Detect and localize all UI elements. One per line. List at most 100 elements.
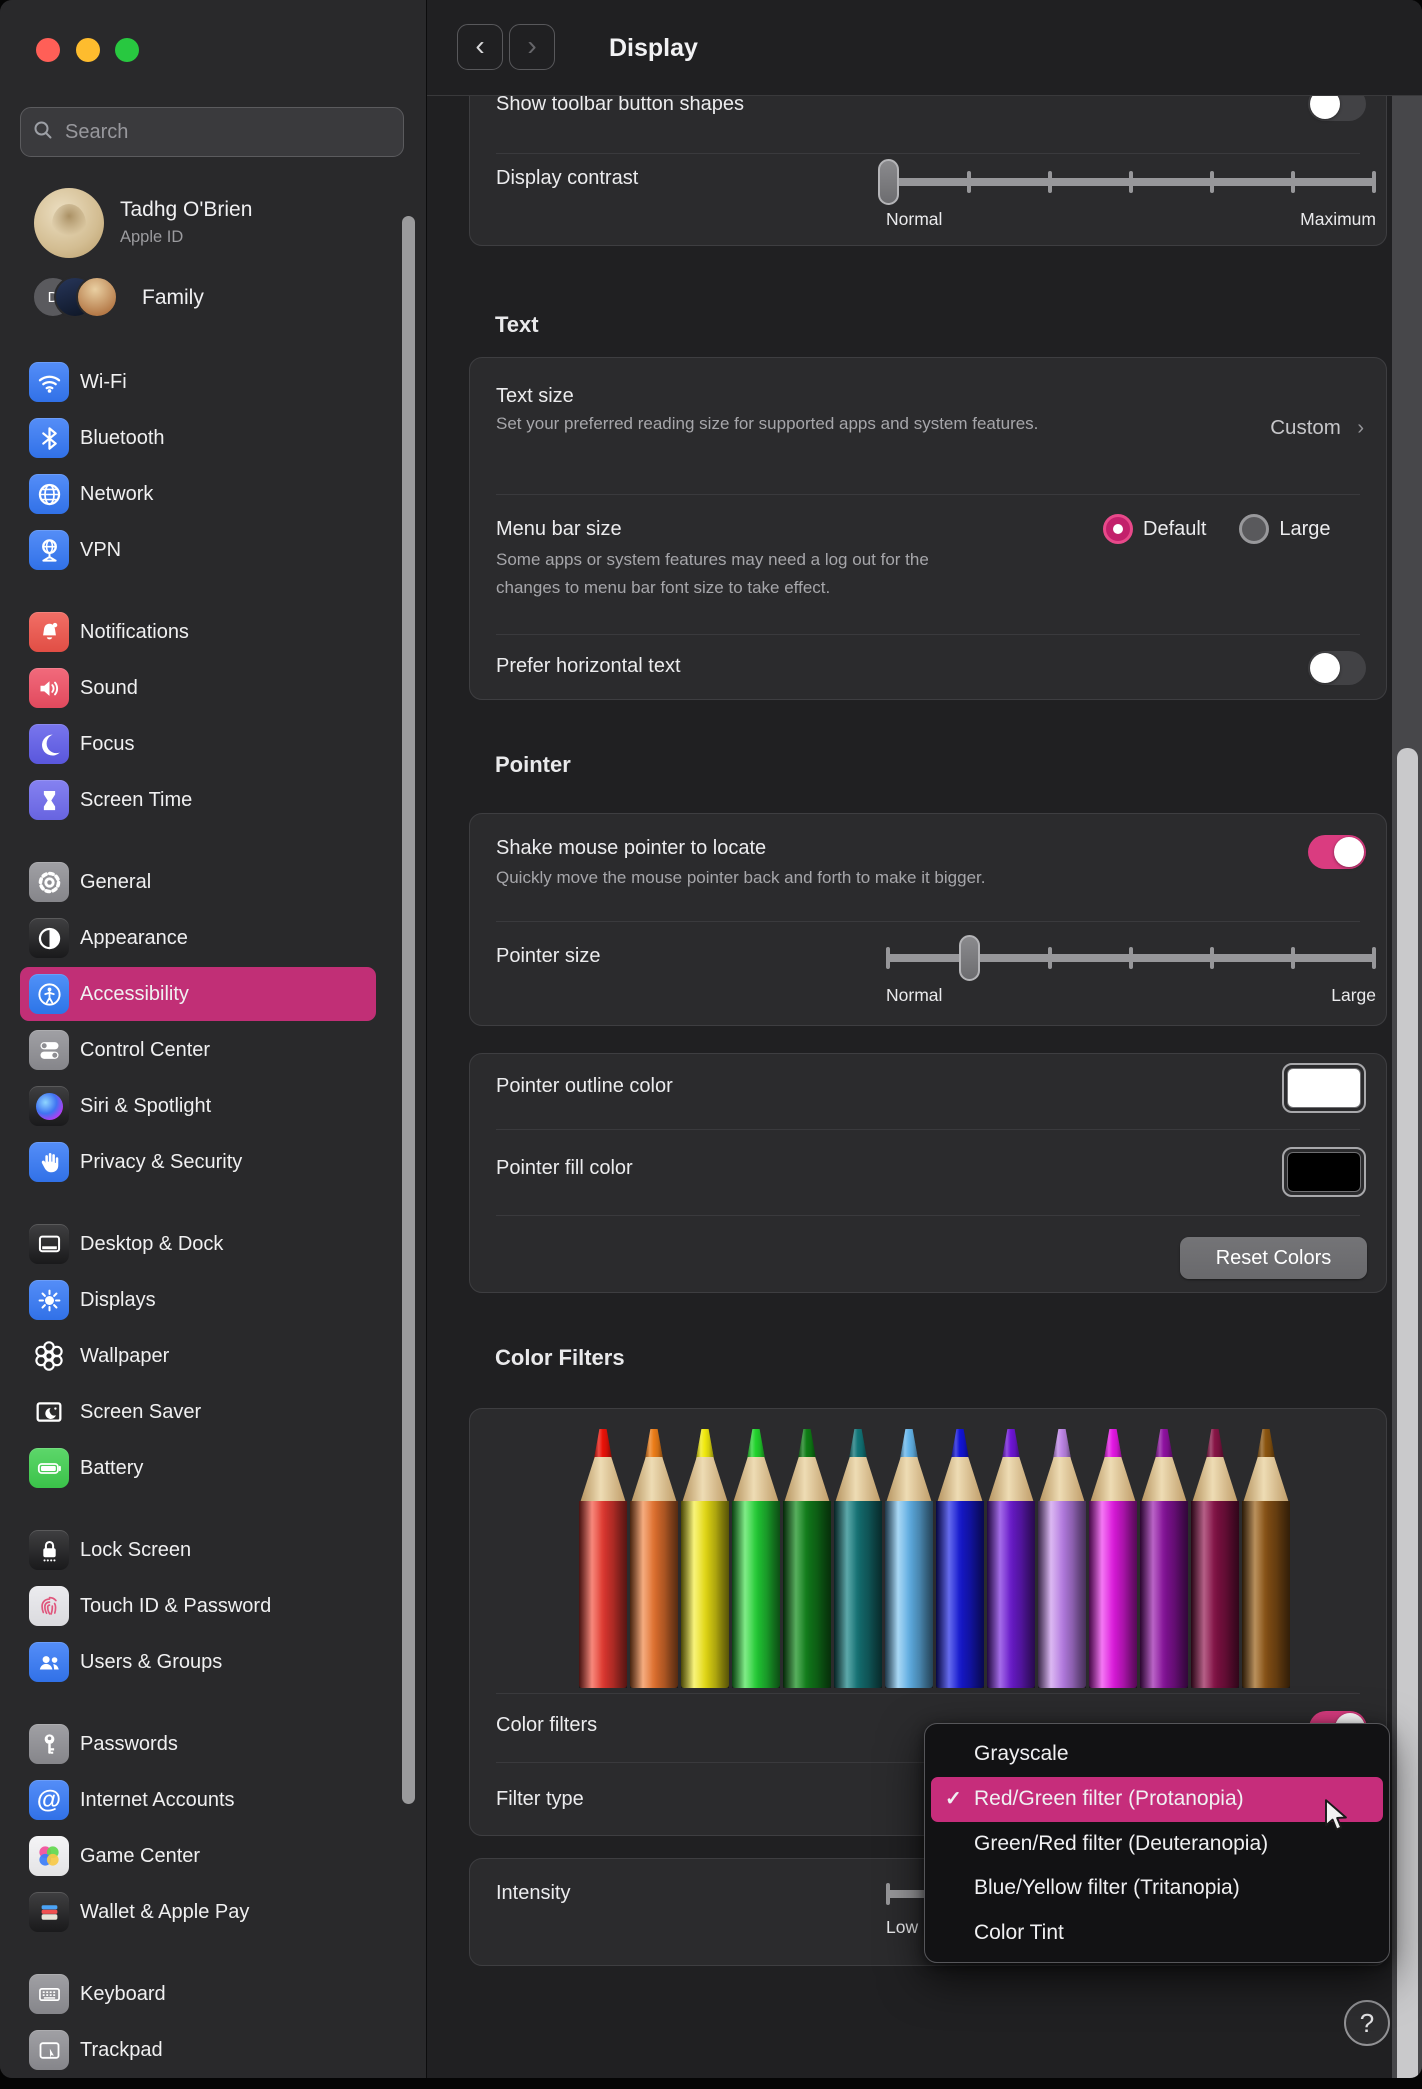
hourglass-icon: [29, 780, 69, 820]
menu-bar-size-radios: Default Large: [1103, 514, 1331, 544]
shake-pointer-toggle[interactable]: [1308, 835, 1366, 869]
controlcenter-icon: [29, 1030, 69, 1070]
radio-default-label: Default: [1143, 517, 1207, 540]
sidebar-item-family[interactable]: D Family: [0, 268, 426, 328]
slider-max-label: Maximum: [1300, 209, 1376, 229]
sidebar-item-screen-saver[interactable]: Screen Saver: [0, 1384, 426, 1440]
sidebar-scrollbar[interactable]: [402, 216, 415, 1804]
family-avatar: [76, 276, 118, 318]
pointer-fill-color-well[interactable]: [1282, 1147, 1366, 1197]
search-field[interactable]: [20, 107, 404, 157]
radio-large[interactable]: [1239, 514, 1270, 544]
users-icon: [29, 1642, 69, 1682]
sidebar-item-game-center[interactable]: Game Center: [0, 1828, 426, 1884]
back-button[interactable]: ‹: [457, 24, 503, 70]
menu-item-green-red-filter-deuteranopia[interactable]: Green/Red filter (Deuteranopia): [925, 1822, 1389, 1867]
pointer-size-slider[interactable]: Normal Large: [886, 933, 1376, 1005]
color-pencils-image: [579, 1429, 1293, 1688]
sidebar-item-displays[interactable]: Displays: [0, 1272, 426, 1328]
menu-item-grayscale[interactable]: Grayscale: [925, 1732, 1389, 1777]
moon-icon: [29, 724, 69, 764]
sidebar-item-wallet-apple-pay[interactable]: Wallet & Apple Pay: [0, 1884, 426, 1940]
text-size-value-button[interactable]: Custom ›: [1270, 416, 1364, 440]
sidebar-item-bluetooth[interactable]: Bluetooth: [0, 410, 426, 466]
sidebar-item-general[interactable]: General: [0, 854, 426, 910]
zoom-window-button[interactable]: [115, 38, 139, 62]
minimize-window-button[interactable]: [76, 38, 100, 62]
sidebar-item-wallpaper[interactable]: Wallpaper: [0, 1328, 426, 1384]
close-window-button[interactable]: [36, 38, 60, 62]
sidebar-item-internet-accounts[interactable]: @ Internet Accounts: [0, 1772, 426, 1828]
sidebar-item-trackpad[interactable]: Trackpad: [0, 2022, 426, 2078]
desktop-icon: [29, 1224, 69, 1264]
sidebar-item-keyboard[interactable]: Keyboard: [0, 1966, 426, 2022]
scrollbar-track[interactable]: [1392, 96, 1422, 2078]
divider: [496, 634, 1360, 635]
bell-icon: [29, 612, 69, 652]
pointer-outline-color-well[interactable]: [1282, 1063, 1366, 1113]
shake-pointer-label: Shake mouse pointer to locate: [496, 837, 767, 859]
sidebar-item-privacy-security[interactable]: Privacy & Security: [0, 1134, 426, 1190]
sidebar-item-desktop-dock[interactable]: Desktop & Dock: [0, 1216, 426, 1272]
slider-min-label: Normal: [886, 209, 943, 229]
display-contrast-slider[interactable]: Normal Maximum: [877, 157, 1376, 229]
menu-item-color-tint[interactable]: Color Tint: [925, 1911, 1389, 1956]
pointer-size-label: Pointer size: [496, 945, 601, 967]
slider-tick: [1048, 947, 1052, 969]
sidebar-group: Passwords @ Internet Accounts Game Center Wa…: [0, 1716, 426, 1940]
header: ‹ › Display: [427, 0, 1422, 96]
sidebar-item-notifications[interactable]: Notifications: [0, 604, 426, 660]
prefer-horizontal-text-toggle[interactable]: [1308, 651, 1366, 685]
menu-item-blue-yellow-filter-tritanopia[interactable]: Blue/Yellow filter (Tritanopia): [925, 1866, 1389, 1911]
slider-knob[interactable]: [958, 935, 980, 981]
trackpad-icon: [29, 2030, 69, 2070]
pencil: [630, 1429, 678, 1688]
shake-pointer-description: Quickly move the mouse pointer back and …: [496, 868, 986, 887]
radio-default[interactable]: [1103, 514, 1133, 544]
sidebar-item-control-center[interactable]: Control Center: [0, 1022, 426, 1078]
sidebar-item-label: Users & Groups: [80, 1650, 223, 1673]
show-toolbar-shapes-label: Show toolbar button shapes: [496, 93, 744, 115]
reset-colors-button[interactable]: Reset Colors: [1180, 1237, 1367, 1279]
pencil: [834, 1429, 882, 1688]
sidebar-item-accessibility[interactable]: Accessibility: [0, 966, 426, 1022]
sun-icon: [29, 1280, 69, 1320]
sidebar-item-battery[interactable]: Battery: [0, 1440, 426, 1496]
screensaver-icon: [29, 1392, 69, 1432]
sidebar-item-network[interactable]: Network: [0, 466, 426, 522]
menu-item-red-green-filter-protanopia[interactable]: ✓ Red/Green filter (Protanopia): [931, 1776, 1383, 1822]
help-button[interactable]: ?: [1344, 2000, 1390, 2046]
sidebar-item-label: Sound: [80, 676, 138, 699]
sidebar-item-label: General: [80, 870, 152, 893]
sidebar-item-siri-spotlight[interactable]: Siri & Spotlight: [0, 1078, 426, 1134]
sidebar-item-appearance[interactable]: Appearance: [0, 910, 426, 966]
sidebar-item-touch-id-password[interactable]: Touch ID & Password: [0, 1578, 426, 1634]
battery-icon: [29, 1448, 69, 1488]
scrollbar-thumb[interactable]: [1397, 748, 1418, 2078]
pointer-fill-color-label: Pointer fill color: [496, 1157, 633, 1179]
color-filters-label: Color filters: [496, 1714, 598, 1736]
pencil: [732, 1429, 780, 1688]
sidebar-item-users-groups[interactable]: Users & Groups: [0, 1634, 426, 1690]
display-contrast-label: Display contrast: [496, 167, 639, 189]
slider-knob[interactable]: [877, 159, 899, 205]
pencil: [1242, 1429, 1290, 1688]
sidebar-item-lock-screen[interactable]: Lock Screen: [0, 1522, 426, 1578]
slider-tick: [1291, 947, 1295, 969]
slider-tick: [1291, 171, 1295, 193]
sidebar-item-passwords[interactable]: Passwords: [0, 1716, 426, 1772]
sidebar-item-screen-time[interactable]: Screen Time: [0, 772, 426, 828]
sidebar-item-vpn[interactable]: VPN: [0, 522, 426, 578]
sidebar-item-focus[interactable]: Focus: [0, 716, 426, 772]
sidebar-group: General Appearance Accessibility Control Ce…: [0, 854, 426, 1190]
vpn-icon: [29, 530, 69, 570]
sidebar-item-label: Battery: [80, 1456, 144, 1479]
forward-button[interactable]: ›: [509, 24, 555, 70]
search-input[interactable]: [63, 119, 363, 145]
sidebar-item-sound[interactable]: Sound: [0, 660, 426, 716]
sidebar-item-wi-fi[interactable]: Wi-Fi: [0, 354, 426, 410]
prefer-horizontal-text-label: Prefer horizontal text: [496, 655, 681, 677]
sidebar-item-apple-id[interactable]: Tadhg O'Brien Apple ID: [0, 180, 426, 270]
sidebar-group: Desktop & Dock Displays Wallpaper Screen Sa…: [0, 1216, 426, 1496]
pointer-outline-color-label: Pointer outline color: [496, 1075, 673, 1097]
